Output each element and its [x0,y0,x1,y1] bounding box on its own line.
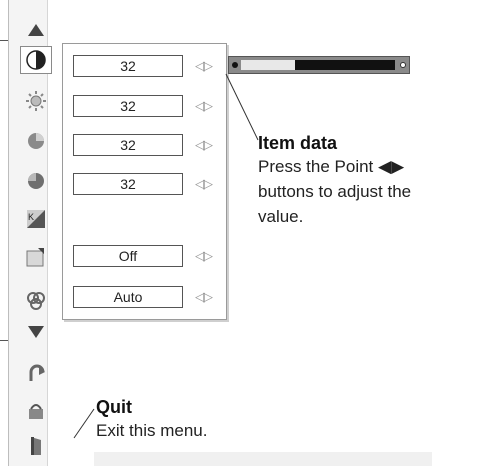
quit-callout: Quit Exit this menu. [96,397,356,443]
item-data-line3: value. [258,207,304,226]
item-data-line1: Press the Point ◀▶ [258,157,405,176]
item-data-line2: buttons to adjust the [258,182,412,201]
bottom-strip [94,452,432,466]
quit-title: Quit [96,397,132,417]
item-data-callout: Item data Press the Point ◀▶ buttons to … [258,133,478,229]
quit-text: Exit this menu. [96,421,208,440]
item-data-title: Item data [258,133,338,153]
